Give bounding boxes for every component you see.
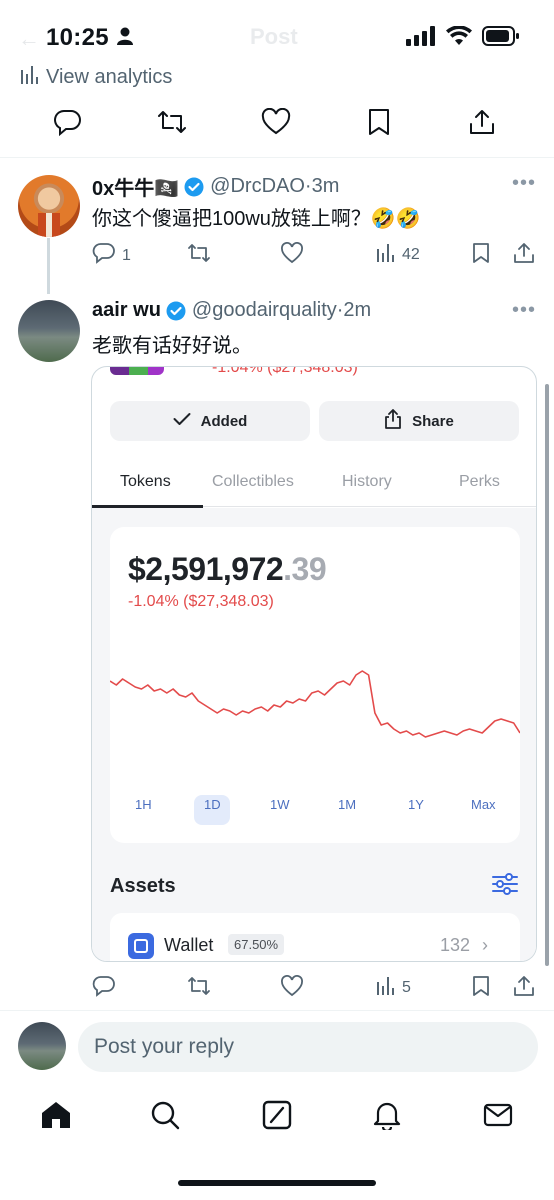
chevron-right-icon: › bbox=[482, 935, 488, 955]
messages-mail-icon[interactable] bbox=[483, 1100, 513, 1135]
repost-icon[interactable] bbox=[186, 975, 212, 997]
tweet-text: 你这个傻逼把100wu放链上啊？🤣🤣 bbox=[92, 208, 421, 230]
share-icon[interactable] bbox=[513, 975, 535, 997]
verified-badge-icon bbox=[184, 177, 204, 197]
main-post-actions bbox=[0, 107, 554, 148]
battery-icon bbox=[482, 26, 520, 51]
notifications-bell-icon[interactable] bbox=[372, 1100, 402, 1135]
view-analytics-label: View analytics bbox=[46, 65, 173, 88]
range-1h[interactable]: 1H bbox=[135, 797, 152, 812]
back-arrow-icon[interactable]: ← bbox=[18, 26, 40, 52]
reply-icon[interactable] bbox=[54, 108, 82, 141]
divider bbox=[0, 1010, 554, 1011]
author-handle[interactable]: @goodairquality bbox=[192, 299, 337, 322]
wallet-label: Wallet bbox=[164, 935, 214, 955]
balance-change: -1.04% ($27,348.03) bbox=[128, 593, 274, 610]
balance-line-chart bbox=[110, 670, 520, 738]
home-icon[interactable] bbox=[40, 1100, 72, 1135]
wallet-tabs: Tokens Collectibles History Perks bbox=[92, 463, 536, 507]
bottom-nav bbox=[0, 1090, 554, 1150]
status-time: 10:25 bbox=[46, 24, 109, 51]
wifi-icon bbox=[446, 25, 472, 51]
author-handle[interactable]: @DrcDAO bbox=[210, 175, 305, 198]
like-icon[interactable] bbox=[261, 107, 291, 141]
wallet-icon bbox=[128, 933, 154, 959]
range-1d[interactable]: 1D bbox=[204, 797, 221, 812]
balance-series-line bbox=[110, 670, 520, 738]
author-name[interactable]: aair wu bbox=[92, 299, 161, 322]
tab-collectibles[interactable]: Collectibles bbox=[212, 473, 294, 491]
status-bar: ← Post 10:25 bbox=[0, 0, 554, 70]
views-stat[interactable]: 5 bbox=[376, 975, 411, 1000]
assets-title: Assets bbox=[110, 875, 176, 897]
share-label: Share bbox=[412, 412, 454, 430]
grok-icon[interactable] bbox=[262, 1100, 292, 1135]
share-icon[interactable] bbox=[513, 242, 535, 264]
views-count: 42 bbox=[402, 245, 420, 263]
bookmark-icon[interactable] bbox=[471, 975, 491, 997]
share-icon bbox=[384, 409, 402, 433]
post-time: ·3m bbox=[304, 175, 340, 197]
range-1w[interactable]: 1W bbox=[270, 797, 290, 812]
share-icon[interactable] bbox=[468, 108, 496, 141]
cut-change-text: -1.04% ($27,348.03) bbox=[212, 366, 358, 376]
balance-value: $2,591,972.39 bbox=[128, 551, 327, 588]
views-bar-icon bbox=[376, 975, 396, 1000]
bookmark-icon[interactable] bbox=[471, 242, 491, 264]
tab-perks[interactable]: Perks bbox=[459, 473, 500, 491]
filter-sliders-icon[interactable] bbox=[492, 873, 518, 900]
scrollbar[interactable] bbox=[545, 384, 549, 966]
tab-tokens[interactable]: Tokens bbox=[120, 473, 171, 491]
search-icon[interactable] bbox=[150, 1100, 180, 1135]
ghost-page-title: Post bbox=[250, 24, 298, 49]
thread-line bbox=[47, 238, 50, 294]
bookmark-icon[interactable] bbox=[366, 108, 392, 141]
avatar[interactable] bbox=[18, 1022, 66, 1070]
range-max[interactable]: Max bbox=[471, 797, 496, 812]
more-options-icon[interactable]: ••• bbox=[512, 172, 536, 195]
verified-badge-icon bbox=[166, 301, 186, 321]
balance-main: $2,591,972 bbox=[128, 551, 284, 587]
range-1m[interactable]: 1M bbox=[338, 797, 356, 812]
views-bar-icon bbox=[376, 242, 396, 267]
divider bbox=[0, 157, 554, 158]
reply-stat[interactable]: 1 bbox=[92, 242, 131, 269]
embedded-image[interactable]: -1.04% ($27,348.03) Added Share Tokens C… bbox=[91, 366, 537, 962]
tweet-header: aair wu @goodairquality ·2m bbox=[92, 299, 371, 322]
share-button[interactable]: Share bbox=[319, 401, 519, 441]
reply-count: 1 bbox=[122, 246, 131, 264]
repost-icon[interactable] bbox=[186, 242, 212, 264]
avatar[interactable] bbox=[18, 175, 80, 237]
analytics-bar-icon bbox=[20, 64, 38, 90]
view-analytics-link[interactable]: View analytics bbox=[20, 64, 172, 90]
wallet-count: 132 bbox=[440, 935, 471, 955]
like-icon[interactable] bbox=[280, 975, 304, 997]
views-count: 5 bbox=[402, 978, 411, 996]
tweet-text: 老歌有话好好说。 bbox=[92, 335, 252, 357]
reply-icon[interactable] bbox=[92, 975, 116, 997]
status-icons bbox=[406, 25, 520, 51]
added-button[interactable]: Added bbox=[110, 401, 310, 441]
home-indicator bbox=[178, 1180, 376, 1186]
more-options-icon[interactable]: ••• bbox=[512, 299, 536, 322]
balance-cents: .39 bbox=[283, 551, 327, 587]
author-name[interactable]: 0x牛牛🏴‍☠️ bbox=[92, 172, 179, 201]
repost-icon[interactable] bbox=[156, 108, 188, 141]
views-stat[interactable]: 42 bbox=[376, 242, 420, 267]
wallet-percentage-badge: 67.50% bbox=[228, 934, 285, 955]
cellular-signal-icon bbox=[406, 26, 436, 51]
person-icon bbox=[117, 27, 133, 50]
post-time: ·2m bbox=[336, 299, 372, 321]
tweet-header: 0x牛牛🏴‍☠️ @DrcDAO ·3m bbox=[92, 172, 339, 201]
reply-input[interactable]: Post your reply bbox=[78, 1022, 538, 1072]
checkmark-icon bbox=[173, 412, 191, 430]
reply-icon bbox=[92, 242, 116, 269]
tab-history[interactable]: History bbox=[342, 473, 392, 491]
wallet-screenshot: -1.04% ($27,348.03) Added Share Tokens C… bbox=[92, 366, 536, 961]
like-icon[interactable] bbox=[280, 242, 304, 264]
added-label: Added bbox=[200, 412, 248, 430]
avatar[interactable] bbox=[18, 300, 80, 362]
token-swatch bbox=[110, 367, 164, 375]
range-1y[interactable]: 1Y bbox=[408, 797, 424, 812]
